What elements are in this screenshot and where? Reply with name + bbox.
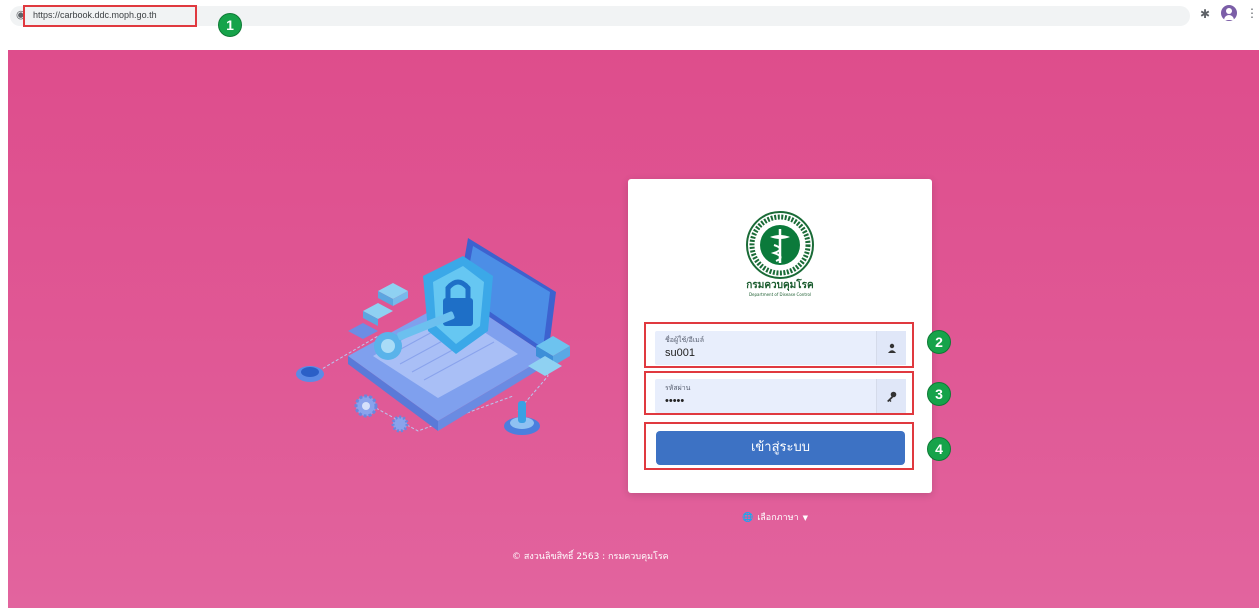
org-name-english: Department of Disease Control <box>748 292 812 297</box>
kebab-menu-icon[interactable]: ⋮ <box>1246 6 1258 20</box>
username-highlight-box <box>644 322 914 368</box>
login-highlight-box <box>644 422 914 470</box>
browser-toolbar: ◉ https://carbook.ddc.moph.go.th 1 ✱ ⋮ <box>0 0 1259 50</box>
step-badge-1: 1 <box>218 13 242 37</box>
step-badge-3: 3 <box>927 382 951 406</box>
password-highlight-box <box>644 371 914 415</box>
step-badge-4: 4 <box>927 437 951 461</box>
page-bottom-edge <box>0 608 1259 612</box>
avatar-icon[interactable] <box>1221 5 1237 21</box>
step-badge-2: 2 <box>927 330 951 354</box>
puzzle-icon[interactable]: ✱ <box>1200 7 1210 21</box>
security-laptop-illustration <box>296 238 570 435</box>
url-highlight-box <box>23 5 197 27</box>
org-name-thai: กรมควบคุมโรค <box>746 280 814 291</box>
language-selector[interactable]: 🌐 เลือกภาษา ▼ <box>742 512 808 524</box>
copyright-text: © สงวนลิขสิทธิ์ 2563 : กรมควบคุมโรค <box>512 552 669 562</box>
language-label: เลือกภาษา <box>757 513 799 523</box>
caret-down-icon: ▼ <box>802 514 809 522</box>
globe-icon: 🌐 <box>742 513 754 523</box>
ministry-seal-logo <box>746 211 814 279</box>
